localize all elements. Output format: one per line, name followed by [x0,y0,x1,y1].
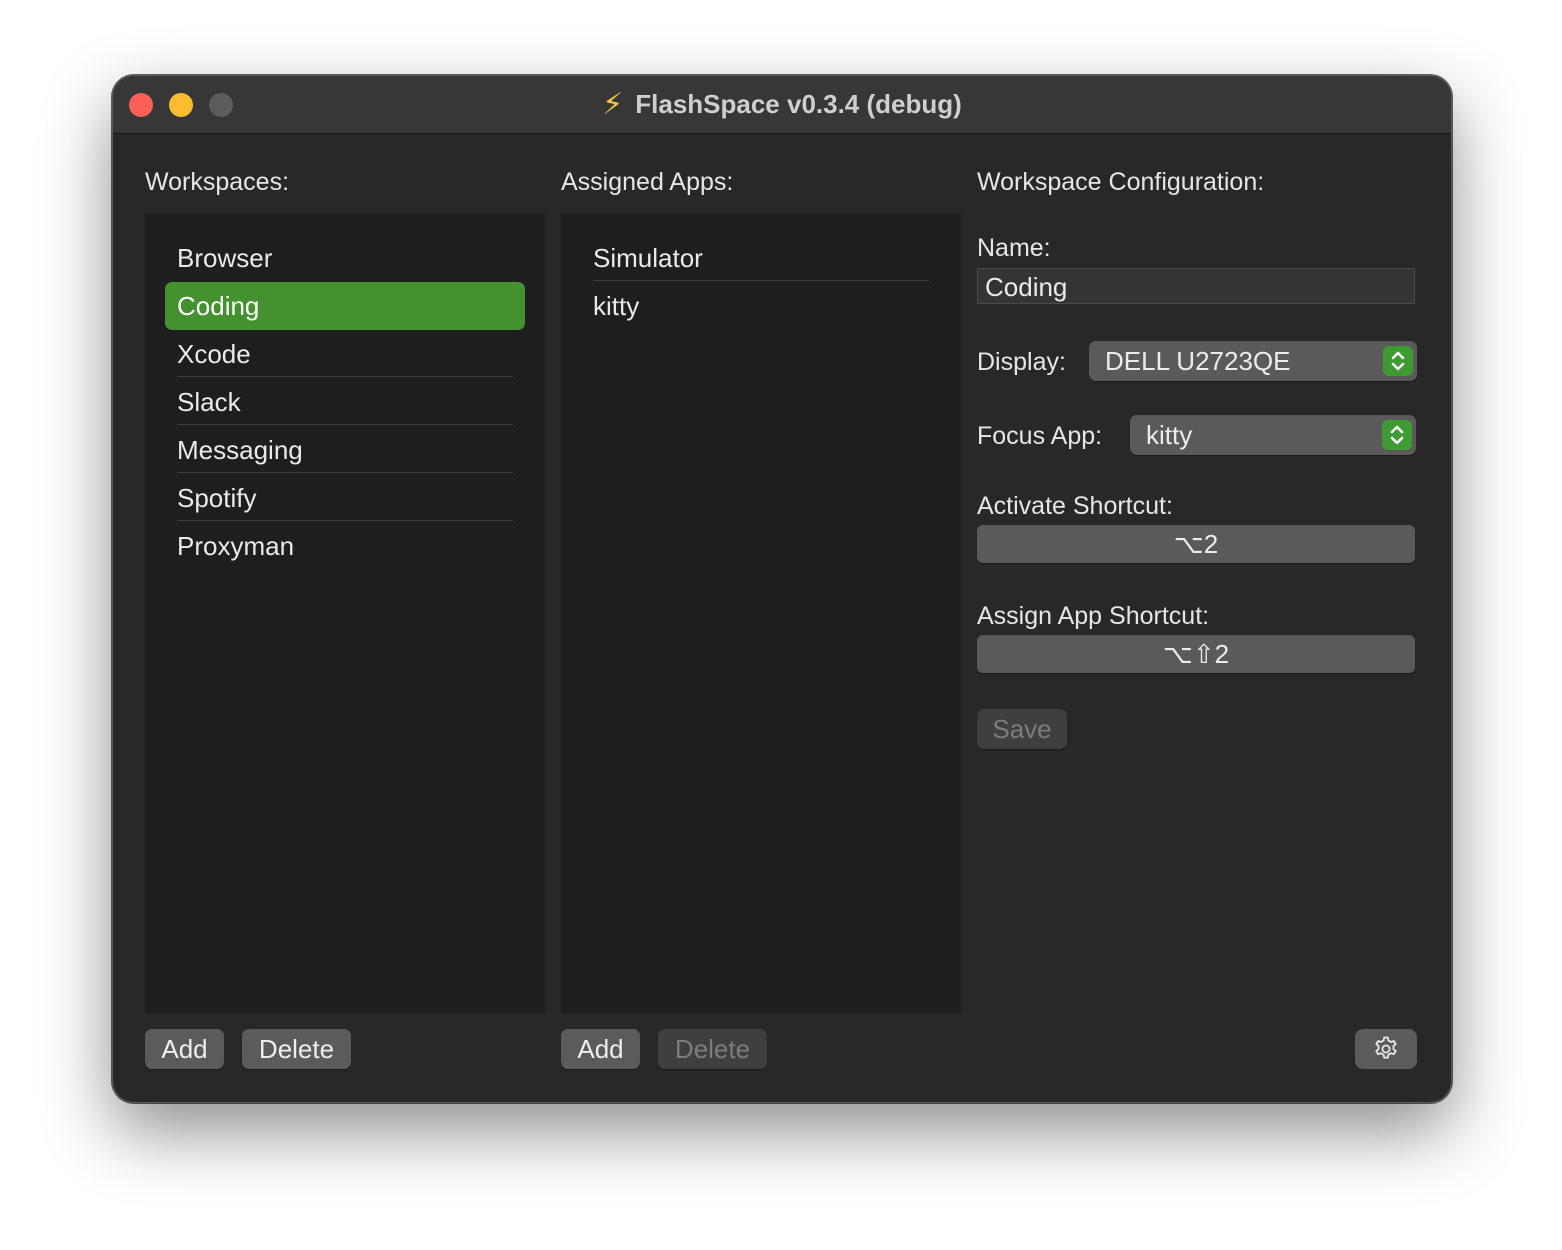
display-label: Display: [977,348,1066,376]
delete-app-button[interactable]: Delete [658,1029,767,1069]
workspace-configuration-header: Workspace Configuration: [977,168,1265,196]
settings-button[interactable] [1355,1029,1417,1069]
workspace-item-label: Slack [177,387,241,417]
assigned-apps-list: Simulator kitty [561,213,961,1013]
delete-workspace-button[interactable]: Delete [242,1029,351,1069]
list-divider [593,280,929,281]
workspace-item-spotify[interactable]: Spotify [165,474,525,522]
workspace-item-coding[interactable]: Coding [165,282,525,330]
app-item-label: Simulator [593,243,703,273]
app-item-kitty[interactable]: kitty [581,282,941,330]
display-select-value: DELL U2723QE [1105,346,1291,376]
workspaces-header: Workspaces: [145,168,290,196]
workspace-item-proxyman[interactable]: Proxyman [165,522,525,570]
assign-app-shortcut-recorder[interactable]: ⌥⇧2 [977,635,1415,673]
app-item-simulator[interactable]: Simulator [581,234,941,282]
app-window: ⚡ FlashSpace v0.3.4 (debug) Workspaces: … [112,75,1452,1103]
list-divider [177,424,513,425]
display-select[interactable]: DELL U2723QE [1089,341,1417,381]
workspace-item-label: Browser [177,243,273,273]
workspace-item-xcode[interactable]: Xcode [165,330,525,378]
name-label: Name: [977,234,1051,262]
add-app-button[interactable]: Add [561,1029,640,1069]
workspace-item-label: Spotify [177,483,257,513]
save-button[interactable]: Save [977,709,1067,749]
focus-app-select[interactable]: kitty [1130,415,1416,455]
workspace-item-browser[interactable]: Browser [165,234,525,282]
workspace-name-input[interactable]: Coding [977,268,1415,304]
workspace-item-label: Proxyman [177,531,295,561]
list-divider [177,376,513,377]
list-divider [177,520,513,521]
list-divider [177,472,513,473]
workspace-item-messaging[interactable]: Messaging [165,426,525,474]
workspace-item-label: Coding [177,291,260,321]
gear-icon [1375,1036,1397,1059]
window-title: FlashSpace v0.3.4 (debug) [635,89,962,119]
title-bar[interactable]: ⚡ FlashSpace v0.3.4 (debug) [113,76,1451,134]
focus-app-select-value: kitty [1146,420,1193,450]
workspace-item-slack[interactable]: Slack [165,378,525,426]
workspace-item-label: Messaging [177,435,303,465]
assign-app-shortcut-label: Assign App Shortcut: [977,602,1210,630]
workspace-item-label: Xcode [177,339,251,369]
window-title-container: ⚡ FlashSpace v0.3.4 (debug) [113,76,1451,133]
assigned-apps-header: Assigned Apps: [561,168,734,196]
activate-shortcut-recorder[interactable]: ⌥2 [977,525,1415,563]
add-workspace-button[interactable]: Add [145,1029,224,1069]
activate-shortcut-label: Activate Shortcut: [977,492,1173,520]
focus-app-label: Focus App: [977,422,1103,450]
workspaces-list: Browser Coding Xcode Slack Messaging Spo… [145,213,545,1013]
lightning-bolt-icon: ⚡ [602,88,624,121]
display-select-chevron-icon [1383,346,1413,376]
focus-app-select-chevron-icon [1382,420,1412,450]
app-item-label: kitty [593,291,640,321]
